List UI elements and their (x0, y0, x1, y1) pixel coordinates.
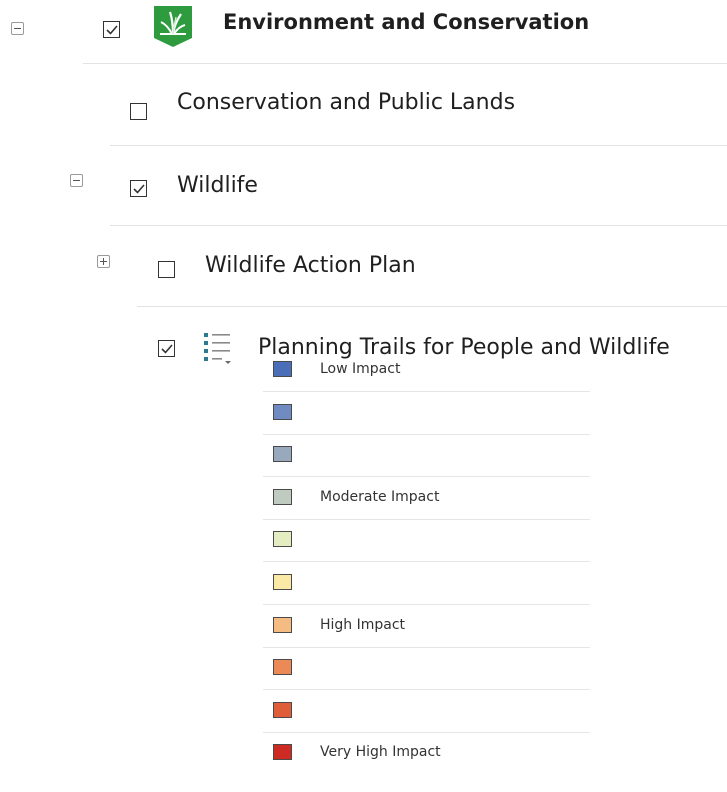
legend-swatch (273, 659, 292, 676)
legend-item (263, 648, 590, 691)
legend-swatch (273, 446, 292, 463)
legend-swatch (273, 574, 292, 590)
grass-leaf-icon (152, 4, 194, 48)
wildlife-action-plan-label: Wildlife Action Plan (205, 253, 416, 278)
environment-label: Environment and Conservation (223, 10, 590, 34)
legend-swatch (273, 531, 292, 548)
wildlife-checkbox[interactable] (130, 180, 147, 197)
legend-item: Low Impact (263, 350, 590, 392)
check-icon (161, 344, 173, 354)
planning-trails-checkbox[interactable] (158, 340, 175, 357)
legend-label: High Impact (320, 616, 406, 633)
collapse-environment-toggle[interactable] (11, 22, 24, 35)
legend-swatch (273, 616, 292, 633)
collapse-wildlife-toggle[interactable] (70, 174, 83, 187)
legend-item (263, 563, 590, 605)
legend-swatch (273, 488, 292, 505)
check-icon (106, 25, 118, 35)
wildlife-label: Wildlife (177, 173, 258, 198)
row-divider (110, 225, 727, 226)
expand-wildlife-action-plan-toggle[interactable] (97, 255, 110, 268)
legend-swatch (273, 403, 292, 420)
legend-label: Very High Impact (320, 744, 441, 761)
row-divider (83, 63, 727, 64)
legend-swatch (273, 701, 292, 718)
legend-swatch (273, 744, 292, 761)
legend-swatch (273, 361, 292, 377)
check-icon (133, 184, 145, 194)
legend-item (263, 435, 590, 478)
legend-label: Low Impact (320, 361, 401, 377)
legend-item: Very High Impact (263, 733, 590, 775)
legend-item (263, 691, 590, 733)
legend-item: Moderate Impact (263, 478, 590, 520)
legend-item: High Impact (263, 606, 590, 648)
wildlife-action-plan-checkbox[interactable] (158, 261, 175, 278)
legend-item (263, 520, 590, 563)
legend-item (263, 393, 590, 435)
row-divider (137, 306, 727, 307)
legend-label: Moderate Impact (320, 488, 440, 505)
environment-checkbox[interactable] (103, 21, 120, 38)
conservation-public-lands-label: Conservation and Public Lands (177, 90, 516, 115)
row-divider (110, 145, 727, 146)
legend-list-icon[interactable] (203, 331, 241, 365)
conservation-public-lands-checkbox[interactable] (130, 103, 147, 120)
